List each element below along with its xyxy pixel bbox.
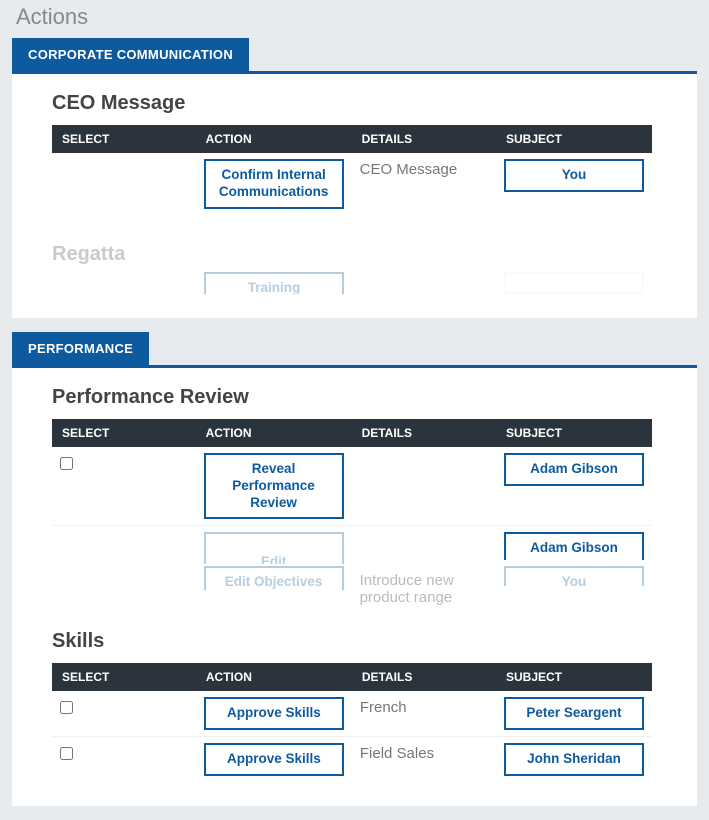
details-text: Field Sales (360, 743, 488, 762)
table-row-partial-2: Edit Objectives Introduce new product ra… (52, 564, 652, 612)
heading-regatta-ghost: Regatta (52, 243, 657, 266)
col-select: SELECT (52, 419, 196, 447)
table-row: Confirm Internal Communications CEO Mess… (52, 153, 652, 215)
col-action: ACTION (196, 125, 352, 153)
subject-you-button[interactable]: You (504, 159, 644, 192)
table-row: Approve Skills French Peter Seargent (52, 691, 652, 736)
training-button-ghost: Training (204, 272, 344, 294)
col-details: DETAILS (352, 419, 496, 447)
table-row: Approve Skills Field Sales John Sheridan (52, 737, 652, 782)
select-checkbox[interactable] (60, 747, 73, 760)
edit-objectives-button-ghost: Edit Objectives (204, 566, 344, 590)
details-text: French (360, 697, 488, 716)
subject-john-sheridan-button[interactable]: John Sheridan (504, 743, 644, 776)
page-title: Actions (12, 0, 697, 38)
approve-skills-button[interactable]: Approve Skills (204, 697, 344, 730)
subject-you-ghost: You (504, 566, 644, 586)
section-performance: PERFORMANCE Performance Review SELECT AC… (12, 332, 697, 806)
heading-performance-review: Performance Review (52, 386, 657, 409)
col-subject: SUBJECT (496, 125, 652, 153)
table-row-ghost: Training (52, 266, 652, 294)
col-details: DETAILS (352, 125, 496, 153)
heading-skills: Skills (52, 630, 657, 653)
details-text: CEO Message (360, 159, 488, 178)
table-skills: SELECT ACTION DETAILS SUBJECT Approve Sk… (52, 663, 652, 782)
details-text: Introduce new product range (360, 570, 488, 606)
table-performance-review: SELECT ACTION DETAILS SUBJECT Re (52, 419, 652, 613)
heading-ceo-message: CEO Message (52, 92, 657, 115)
table-row: Reveal Performance Review Adam Gibson (52, 447, 652, 526)
table-regatta-ghost: Training (52, 266, 652, 294)
col-action: ACTION (196, 419, 352, 447)
confirm-internal-comms-button[interactable]: Confirm Internal Communications (204, 159, 344, 209)
panel-performance: Performance Review SELECT ACTION DETAILS… (12, 368, 697, 806)
section-corporate: CORPORATE COMMUNICATION CEO Message SELE… (12, 38, 697, 318)
col-action: ACTION (196, 663, 352, 691)
table-ceo-message: SELECT ACTION DETAILS SUBJECT Confirm In… (52, 125, 652, 215)
tab-bar-corporate: CORPORATE COMMUNICATION (12, 38, 697, 74)
col-details: DETAILS (352, 663, 496, 691)
col-subject: SUBJECT (496, 663, 652, 691)
table-row-partial: Edit Adam Gibson (52, 526, 652, 565)
edit-button-ghost: Edit (204, 532, 344, 564)
col-subject: SUBJECT (496, 419, 652, 447)
panel-corporate: CEO Message SELECT ACTION DETAILS SUBJEC… (12, 74, 697, 318)
col-select: SELECT (52, 663, 196, 691)
col-select: SELECT (52, 125, 196, 153)
subject-adam-gibson-button[interactable]: Adam Gibson (504, 453, 644, 486)
select-checkbox[interactable] (60, 457, 73, 470)
approve-skills-button[interactable]: Approve Skills (204, 743, 344, 776)
subject-adam-gibson-button-2[interactable]: Adam Gibson (504, 532, 644, 560)
tab-bar-performance: PERFORMANCE (12, 332, 697, 368)
tab-performance[interactable]: PERFORMANCE (12, 332, 149, 365)
select-checkbox[interactable] (60, 701, 73, 714)
subject-peter-seargent-button[interactable]: Peter Seargent (504, 697, 644, 730)
tab-corporate[interactable]: CORPORATE COMMUNICATION (12, 38, 249, 71)
subject-ghost (504, 272, 644, 294)
reveal-performance-review-button[interactable]: Reveal Performance Review (204, 453, 344, 520)
